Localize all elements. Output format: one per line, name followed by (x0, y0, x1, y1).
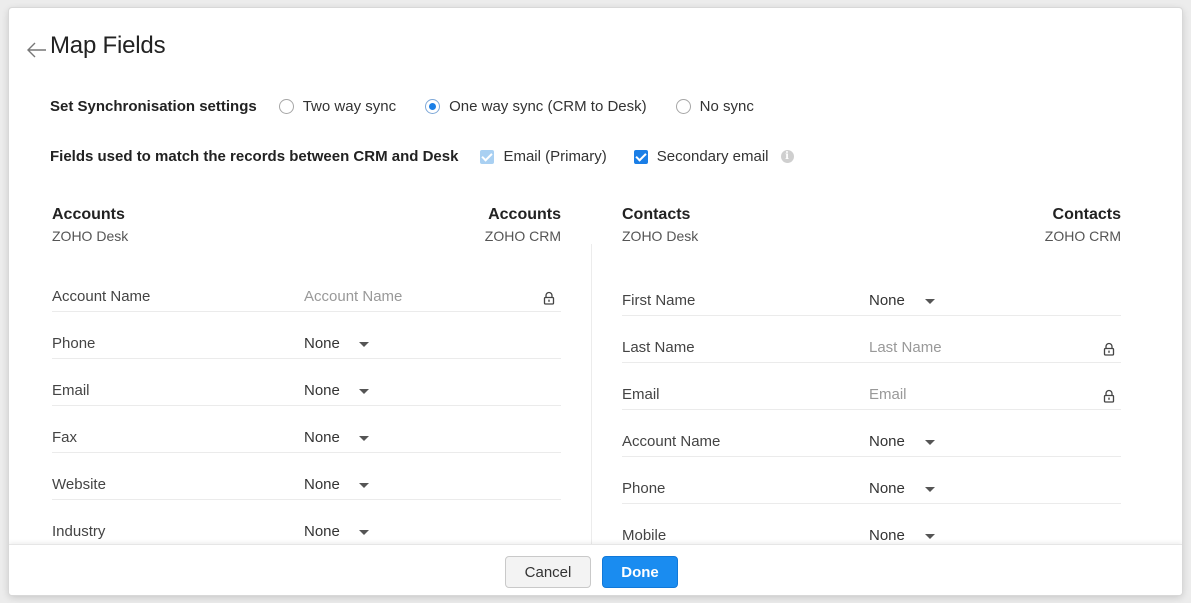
chevron-down-icon[interactable] (359, 436, 369, 441)
desk-field-label: Phone (622, 480, 666, 497)
checkbox-secondary-email[interactable]: Secondary email (633, 148, 769, 165)
contacts-field-list: First Name None Last Name Last Name Email Ema… (622, 250, 1121, 551)
crm-field-select[interactable]: None (869, 527, 905, 544)
desk-field-label: First Name (622, 292, 696, 309)
desk-field-label: Last Name (622, 339, 695, 356)
desk-field-label: Account Name (622, 433, 721, 450)
contacts-panel-header: Contacts ZOHO Desk Contacts ZOHO CRM (622, 206, 1121, 250)
desk-field-label: Fax (52, 429, 78, 446)
desk-field-label: Industry (52, 523, 106, 540)
chevron-down-icon[interactable] (359, 389, 369, 394)
radio-dot[interactable] (278, 99, 294, 114)
radio-dot[interactable] (675, 99, 691, 114)
back-arrow-icon[interactable] (25, 38, 49, 62)
field-mapping-row: Account Name Account Name (52, 250, 561, 312)
desk-module-subtitle: ZOHO Desk (622, 228, 699, 244)
crm-module-title: Contacts (1052, 206, 1121, 223)
field-mapping-row: First Name None (622, 250, 1121, 316)
desk-module-subtitle: ZOHO Desk (52, 228, 129, 244)
field-mapping-row: Email None (52, 359, 561, 406)
map-fields-dialog: Map Fields Set Synchronisation settings … (9, 8, 1182, 595)
field-mapping-row: Fax None (52, 406, 561, 453)
checkbox-email-primary[interactable]: Email (Primary) (480, 148, 607, 165)
field-mapping-row: Email Email (622, 363, 1121, 410)
match-fields-label: Fields used to match the records between… (50, 148, 459, 165)
radio-dot-selected[interactable] (425, 99, 441, 114)
accounts-field-list: Account Name Account Name Phone None Email No… (52, 250, 561, 547)
crm-field-select[interactable]: None (304, 382, 340, 399)
chevron-down-icon[interactable] (359, 342, 369, 347)
desk-module-title: Accounts (52, 206, 125, 223)
crm-module-subtitle: ZOHO CRM (1044, 228, 1121, 244)
checkbox-label: Secondary email (656, 148, 769, 165)
lock-icon (1103, 342, 1115, 356)
chevron-down-icon[interactable] (359, 530, 369, 535)
chevron-down-icon[interactable] (925, 487, 935, 492)
checkbox-box-checked[interactable] (633, 149, 648, 164)
desk-field-label: Email (622, 386, 660, 403)
field-mapping-row: Last Name Last Name (622, 316, 1121, 363)
crm-module-title: Accounts (488, 206, 561, 223)
accounts-panel-header: Accounts ZOHO Desk Accounts ZOHO CRM (52, 206, 561, 250)
cancel-button[interactable]: Cancel (505, 556, 591, 588)
crm-field-select[interactable]: None (869, 433, 905, 450)
field-mapping-row: Phone None (622, 457, 1121, 504)
contacts-panel: Contacts ZOHO Desk Contacts ZOHO CRM Fir… (622, 206, 1121, 551)
crm-field-readonly: Account Name (304, 288, 403, 305)
checkbox-box-disabled (480, 149, 495, 164)
radio-label: One way sync (CRM to Desk) (449, 98, 647, 115)
dialog-header: Map Fields (9, 8, 1182, 88)
crm-module-subtitle: ZOHO CRM (484, 228, 561, 244)
field-mapping-row: Phone None (52, 312, 561, 359)
desk-field-label: Website (52, 476, 106, 493)
chevron-down-icon[interactable] (925, 299, 935, 304)
info-icon[interactable]: i (780, 150, 794, 163)
crm-field-select[interactable]: None (304, 476, 340, 493)
chevron-down-icon[interactable] (925, 440, 935, 445)
field-mapping-row: Website None (52, 453, 561, 500)
panel-divider (591, 244, 592, 554)
crm-field-select[interactable]: None (869, 480, 905, 497)
radio-label: No sync (699, 98, 754, 115)
chevron-down-icon[interactable] (359, 483, 369, 488)
checkbox-label: Email (Primary) (503, 148, 607, 165)
radio-label: Two way sync (302, 98, 397, 115)
lock-icon (1103, 389, 1115, 403)
field-mapping-row: Industry None (52, 500, 561, 547)
sync-settings-label: Set Synchronisation settings (50, 98, 257, 115)
page-title: Map Fields (50, 32, 166, 59)
radio-no-sync[interactable]: No sync (675, 98, 754, 115)
sync-settings-row: Set Synchronisation settings Two way syn… (50, 98, 754, 115)
crm-field-select[interactable]: None (304, 523, 340, 540)
desk-module-title: Contacts (622, 206, 691, 223)
lock-icon (543, 291, 555, 305)
radio-one-way-sync[interactable]: One way sync (CRM to Desk) (425, 98, 647, 115)
accounts-panel: Accounts ZOHO Desk Accounts ZOHO CRM Acc… (52, 206, 561, 547)
crm-field-select[interactable]: None (304, 429, 340, 446)
field-mapping-row: Account Name None (622, 410, 1121, 457)
crm-field-select[interactable]: None (869, 292, 905, 309)
done-button[interactable]: Done (602, 556, 678, 588)
desk-field-label: Phone (52, 335, 96, 352)
crm-field-select[interactable]: None (304, 335, 340, 352)
dialog-footer: Cancel Done (9, 544, 1182, 595)
desk-field-label: Mobile (622, 527, 667, 544)
match-fields-row: Fields used to match the records between… (50, 148, 794, 165)
chevron-down-icon[interactable] (925, 534, 935, 539)
desk-field-label: Email (52, 382, 90, 399)
radio-two-way-sync[interactable]: Two way sync (278, 98, 397, 115)
crm-field-readonly: Last Name (869, 339, 942, 356)
crm-field-readonly: Email (869, 386, 907, 403)
desk-field-label: Account Name (52, 288, 151, 305)
